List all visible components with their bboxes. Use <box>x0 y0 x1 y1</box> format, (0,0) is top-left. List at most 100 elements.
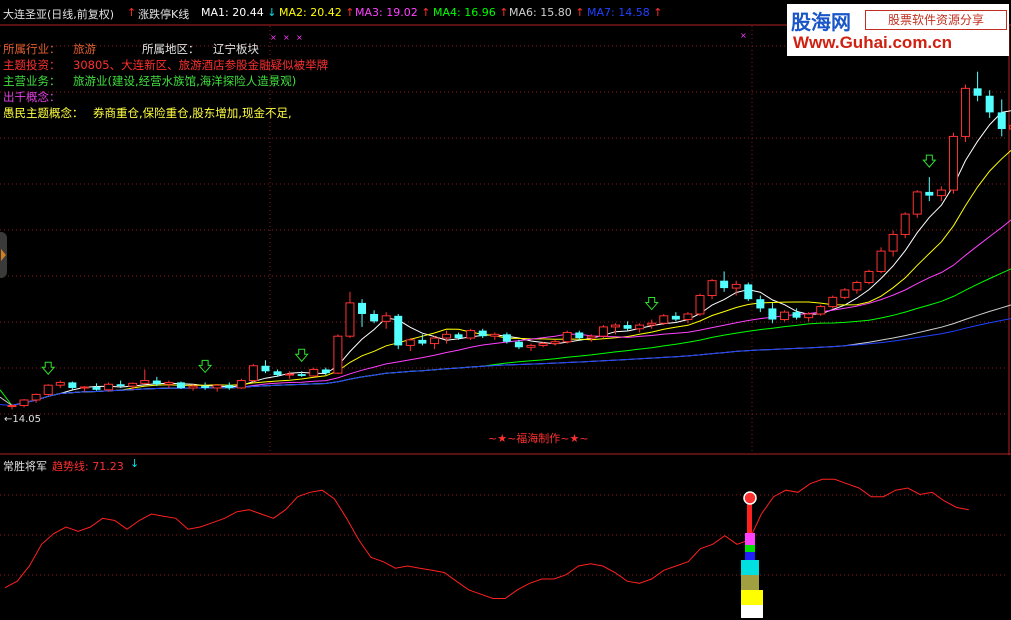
signal-bar-segment <box>741 605 763 618</box>
candle-body <box>104 383 114 391</box>
candle-body <box>55 381 65 386</box>
ma-value: MA6: 15.80 <box>509 6 572 19</box>
expand-arrow-icon <box>1 249 6 261</box>
ma-legend-item: MA2: 20.42 ↑ <box>279 6 354 19</box>
candle-body <box>333 335 343 374</box>
signal-bar-segment <box>745 533 755 545</box>
candle-body <box>888 233 898 252</box>
candle-body <box>586 335 596 339</box>
theme-value: 30805、大连新区、旅游酒店参股金融疑似被举牌 <box>73 58 329 72</box>
candle-body <box>7 405 17 408</box>
stock-title: 大连圣亚(日线,前复权) <box>3 8 115 21</box>
candle-body <box>345 302 355 337</box>
candle-body <box>478 330 487 337</box>
candle-body <box>647 322 657 326</box>
candle-body <box>816 306 826 315</box>
candle-body <box>236 380 246 389</box>
candle-body <box>731 283 741 289</box>
candle-body <box>466 330 476 339</box>
candle-body <box>538 343 548 346</box>
candle-body <box>948 135 958 191</box>
candle-body <box>575 332 584 339</box>
region-label: 所属地区： <box>142 42 200 56</box>
candle-body <box>744 284 753 300</box>
ma-legend-item: MA6: 15.80 ↑ <box>509 6 584 19</box>
candle-body <box>840 289 850 298</box>
down-arrow-icon <box>198 359 213 374</box>
ma-value: MA1: 20.44 <box>201 6 264 19</box>
candle-body <box>514 341 523 348</box>
ma-value: MA4: 16.96 <box>433 6 496 19</box>
ma-value: MA7: 14.58 <box>587 6 650 19</box>
candle-body <box>442 333 452 339</box>
candle-body <box>768 308 777 320</box>
candle-body <box>309 368 319 377</box>
ma-line <box>0 318 1011 407</box>
candle-body <box>900 213 910 235</box>
ma-trend-arrow-icon: ↑ <box>341 6 355 19</box>
ma-line <box>11 219 1011 406</box>
candle-body <box>876 250 886 272</box>
candle-body <box>248 365 258 382</box>
signal-marker-icon: × <box>296 33 303 42</box>
side-panel-handle[interactable] <box>0 232 7 278</box>
candle-body <box>720 280 729 289</box>
candle-body <box>140 380 150 384</box>
ma-legend-item: MA7: 14.58 ↑ <box>587 6 662 19</box>
signal-bar-segment <box>741 590 763 605</box>
candle-body <box>92 387 101 390</box>
guhai-logo: 股海网 股票软件资源分享 Www.Guhai.com.cn <box>787 4 1009 56</box>
candle-body <box>225 385 234 388</box>
candle-body <box>164 381 174 385</box>
indicator-title: 常胜将军 <box>3 460 47 473</box>
indicator-name: 涨跌停K线 <box>138 8 190 21</box>
candle-body <box>997 112 1006 130</box>
candle-body <box>176 382 185 388</box>
logo-url: Www.Guhai.com.cn <box>793 33 952 52</box>
trend-label: 趋势线: 71.23 <box>52 460 124 473</box>
candle-body <box>912 191 922 215</box>
retail-value: 券商重仓,保险重仓,股东增加,现金不足, <box>93 106 292 120</box>
candle-body <box>261 365 270 372</box>
concept-label: 出千概念： <box>3 90 61 104</box>
candle-body <box>405 339 415 346</box>
ma-trend-arrow-icon: ↑ <box>417 6 431 19</box>
candle-body <box>285 373 295 376</box>
ma-legend-item: MA3: 19.02 ↑ <box>355 6 430 19</box>
candle-body <box>454 334 463 339</box>
signal-bar-segment <box>745 545 755 552</box>
ma-line <box>11 110 1011 406</box>
candle-body <box>598 326 608 337</box>
signal-bar-segment <box>745 552 755 560</box>
candle-body <box>429 337 439 345</box>
candle-body <box>611 324 620 328</box>
candle-body <box>985 95 994 113</box>
candle-body <box>31 393 41 401</box>
ma-trend-arrow-icon: ↑ <box>649 6 663 19</box>
candle-body <box>779 311 789 321</box>
candle-body <box>792 312 801 318</box>
indicator-chart <box>0 478 1008 618</box>
logo-cn: 股海网 <box>791 10 851 34</box>
candle-body <box>756 299 765 309</box>
candle-body <box>526 344 536 348</box>
candle-body <box>707 280 717 296</box>
candle-body <box>201 386 210 388</box>
candle-body <box>925 191 934 196</box>
region-value: 辽宁板块 <box>213 42 259 56</box>
ma-value: MA3: 19.02 <box>355 6 418 19</box>
candle-body <box>358 302 367 314</box>
low-price-label: ←14.05 <box>4 414 42 425</box>
candle-body <box>973 88 982 96</box>
signal-marker-icon: × <box>270 33 277 42</box>
industry-value: 旅游 <box>73 42 96 56</box>
ma-legend-item: MA1: 20.44 ↓ <box>201 6 276 19</box>
business-label: 主营业务： <box>3 74 61 88</box>
candle-body <box>152 380 161 385</box>
down-arrow-icon <box>922 154 937 168</box>
trend-line <box>4 478 969 599</box>
retail-label: 愚民主题概念： <box>3 106 84 120</box>
candle-body <box>695 294 705 315</box>
candle-body <box>212 384 222 389</box>
ma-line <box>0 304 1011 407</box>
